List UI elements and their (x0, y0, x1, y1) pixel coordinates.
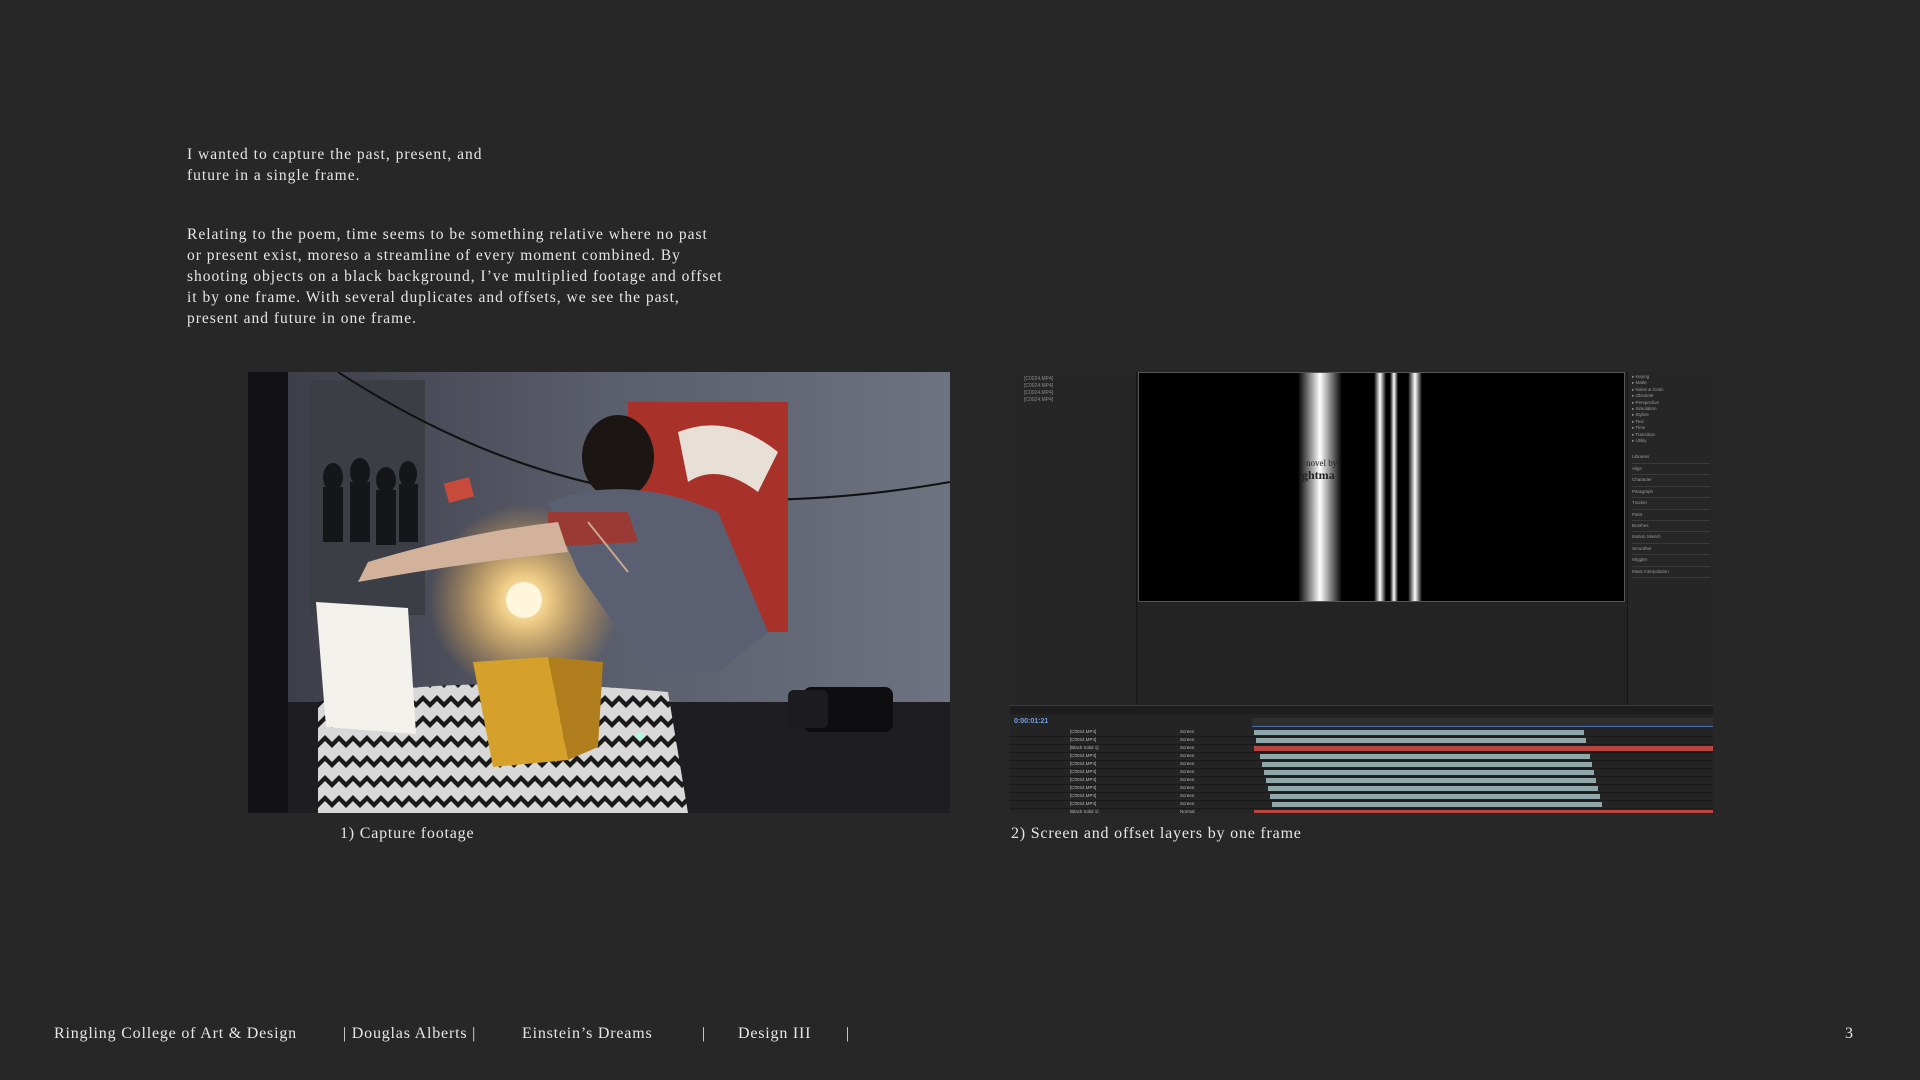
panel-tab[interactable]: Wiggler (1632, 555, 1710, 567)
intro-line-2: future in a single frame. (187, 167, 361, 184)
viewer-toolbar (1010, 705, 1713, 714)
layer-name: [C0024.MP4] (1070, 737, 1097, 742)
timeline-layer-row[interactable]: [C0024.MP4] Screen (1010, 737, 1713, 745)
timeline-layer-row[interactable]: [C0024.MP4] Screen (1010, 785, 1713, 793)
footer-course: Design III (738, 1025, 812, 1042)
panel-tab[interactable]: Align (1632, 464, 1710, 476)
layer-blend-mode[interactable]: Normal (1180, 809, 1195, 813)
layer-blend-mode[interactable]: Screen (1180, 737, 1194, 742)
layer-name: [Black Solid 1] (1070, 809, 1099, 813)
capture-footage-photo (248, 372, 950, 813)
viewer-text-fragment-2: ghtma (1302, 468, 1335, 482)
intro-line-1: I wanted to capture the past, present, a… (187, 146, 483, 163)
panel-tab[interactable]: Motion Sketch (1632, 532, 1710, 544)
layer-duration-bar[interactable] (1256, 738, 1586, 743)
layer-blend-mode[interactable]: Screen (1180, 793, 1194, 798)
timecode[interactable]: 0:00:01:21 (1014, 718, 1048, 725)
layer-blend-mode[interactable]: Screen (1180, 769, 1194, 774)
timeline-layer-row[interactable]: [Black Solid 1] Normal (1010, 809, 1713, 813)
layer-name: [C0024.MP4] (1070, 793, 1097, 798)
body-paragraph: Relating to the poem, time seems to be s… (187, 224, 787, 329)
timeline-layer-row[interactable]: [C0024.MP4] Screen (1010, 729, 1713, 737)
project-panel: [C0024.MP4] [C0024.MP4] [C0024.MP4] [C00… (1010, 372, 1137, 707)
layer-name: [C0024.MP4] (1070, 785, 1097, 790)
footer-separator: | (702, 1025, 707, 1042)
panel-tab[interactable]: Paint (1632, 510, 1710, 521)
layer-duration-bar[interactable] (1262, 762, 1592, 767)
layer-duration-bar[interactable] (1266, 778, 1596, 783)
layer-blend-mode[interactable]: Screen (1180, 729, 1194, 734)
layer-name: [C0024.MP4] (1070, 769, 1097, 774)
timeline-layer-row[interactable]: [C0024.MP4] Screen (1010, 769, 1713, 777)
compositing-editor-screenshot: [C0024.MP4] [C0024.MP4] [C0024.MP4] [C00… (1010, 372, 1713, 813)
layer-duration-bar[interactable] (1272, 802, 1602, 807)
effects-list: ▸ Keying ▸ Matte ▸ Noise & Grain ▸ Obsolete… (1628, 372, 1713, 446)
layer-duration-bar[interactable] (1254, 730, 1584, 735)
project-item: [C0024.MP4] (1024, 390, 1054, 396)
viewer-text-fragment-1: novel by (1306, 458, 1338, 468)
panel-tab[interactable]: Brushes (1632, 521, 1710, 533)
body-line: it by one frame. With several duplicates… (187, 289, 680, 306)
layer-duration-bar[interactable] (1264, 770, 1594, 775)
footer-separator: | (846, 1025, 851, 1042)
project-item: [C0024.MP4] (1024, 376, 1054, 382)
footer-project: Einstein’s Dreams (522, 1025, 653, 1042)
page-number: 3 (1845, 1025, 1854, 1042)
layer-blend-mode[interactable]: Screen (1180, 801, 1194, 806)
timeline-layer-row[interactable]: [C0024.MP4] Screen (1010, 777, 1713, 785)
viewer-frame-art (1138, 372, 1625, 602)
timeline-layer-row[interactable]: [C0024.MP4] Screen (1010, 801, 1713, 809)
layer-name: [Black Solid 1] (1070, 745, 1099, 750)
panel-tab[interactable]: Libraries (1632, 452, 1710, 464)
intro-paragraph: I wanted to capture the past, present, a… (187, 144, 747, 186)
body-line: or present exist, moreso a streamline of… (187, 247, 681, 264)
panel-list: Libraries Align Character Paragraph Tracker P… (1628, 446, 1713, 578)
layer-duration-bar[interactable] (1270, 794, 1600, 799)
layer-blend-mode[interactable]: Screen (1180, 753, 1194, 758)
timeline-ruler[interactable] (1252, 718, 1713, 727)
timeline-layer-row[interactable]: [C0024.MP4] Screen (1010, 761, 1713, 769)
layer-blend-mode[interactable]: Screen (1180, 745, 1194, 750)
figure-2-caption: 2) Screen and offset layers by one frame (1011, 825, 1302, 842)
footer-school: Ringling College of Art & Design (54, 1025, 297, 1042)
layer-rows: [C0024.MP4] Screen [C0024.MP4] Screen [Black… (1010, 729, 1713, 813)
layer-duration-bar[interactable] (1268, 786, 1598, 791)
project-item: [C0024.MP4] (1024, 397, 1054, 403)
layer-name: [C0024.MP4] (1070, 753, 1097, 758)
body-line: Relating to the poem, time seems to be s… (187, 226, 708, 243)
timeline-layer-row[interactable]: [C0024.MP4] Screen (1010, 793, 1713, 801)
panel-tab[interactable]: Mask Interpolation (1632, 567, 1710, 578)
panel-tab[interactable]: Tracker (1632, 498, 1710, 510)
panel-tab[interactable]: Character (1632, 475, 1710, 487)
timeline-panel: 0:00:01:21 [C0024.MP4] Screen [C0024.MP4] S… (1010, 715, 1713, 813)
layer-duration-bar[interactable] (1254, 746, 1713, 751)
layer-blend-mode[interactable]: Screen (1180, 761, 1194, 766)
panel-tab[interactable]: Paragraph (1632, 487, 1710, 499)
body-line: shooting objects on a black background, … (187, 268, 723, 285)
layer-blend-mode[interactable]: Screen (1180, 785, 1194, 790)
composition-viewer[interactable]: novel by ghtma (1138, 372, 1625, 602)
timeline-layer-row[interactable]: [C0024.MP4] Screen (1010, 753, 1713, 761)
layer-name: [C0024.MP4] (1070, 777, 1097, 782)
layer-name: [C0024.MP4] (1070, 761, 1097, 766)
effects-panel: ▸ Keying ▸ Matte ▸ Noise & Grain ▸ Obsolete… (1627, 372, 1713, 707)
layer-duration-bar[interactable] (1254, 810, 1713, 813)
effect-category-item[interactable]: ▸ Utility (1632, 438, 1710, 444)
capture-scene-illustration (248, 372, 950, 813)
layer-name: [C0024.MP4] (1070, 801, 1097, 806)
project-item: [C0024.MP4] (1024, 383, 1054, 389)
panel-tab[interactable]: Smoother (1632, 544, 1710, 556)
layer-blend-mode[interactable]: Screen (1180, 777, 1194, 782)
footer-author: | Douglas Alberts | (343, 1025, 477, 1042)
layer-duration-bar[interactable] (1260, 754, 1590, 759)
body-line: present and future in one frame. (187, 310, 417, 327)
layer-name: [C0024.MP4] (1070, 729, 1097, 734)
timeline-layer-row[interactable]: [Black Solid 1] Screen (1010, 745, 1713, 753)
figure-1-caption: 1) Capture footage (340, 825, 475, 842)
